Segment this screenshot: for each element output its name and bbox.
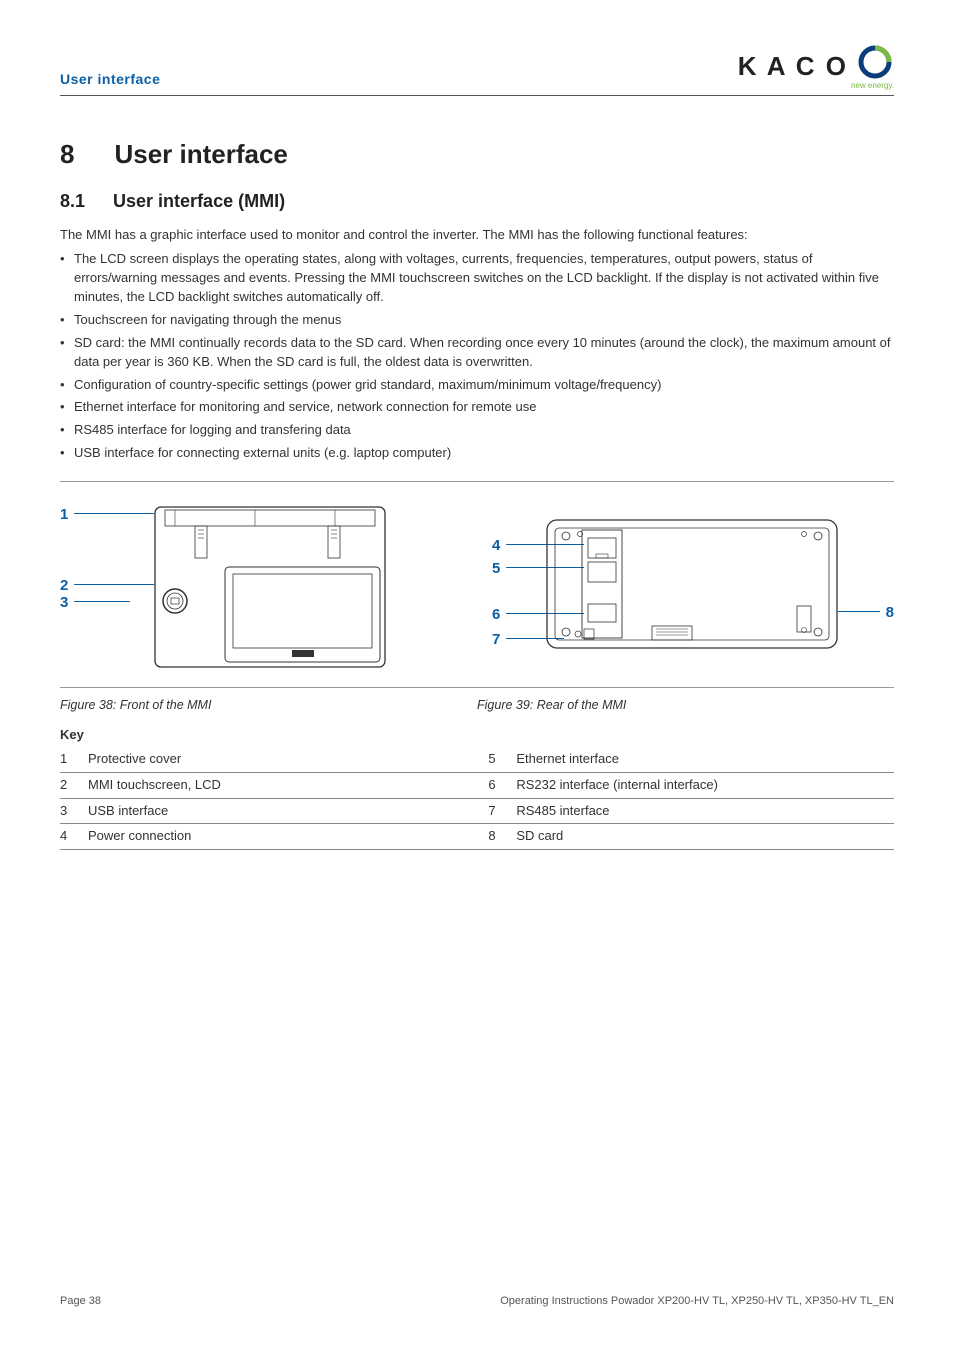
heading-1: 8 User interface [60,136,894,174]
list-item: Configuration of country-specific settin… [60,376,894,395]
logo-tagline: new energy. [851,80,894,92]
table-row: 4 Power connection 8 SD card [60,824,894,850]
callout-6: 6 [492,604,500,626]
heading-2: 8.1 User interface (MMI) [60,188,894,214]
callout-3: 3 [60,592,68,614]
intro-paragraph: The MMI has a graphic interface used to … [60,226,894,245]
heading-2-text: User interface (MMI) [113,188,285,214]
page-header: User interface K A C O new energy. [60,45,894,96]
key-heading: Key [60,726,894,745]
feature-list: The LCD screen displays the operating st… [60,250,894,462]
page-footer: Page 38 Operating Instructions Powador X… [60,1294,894,1310]
key-text: Power connection [88,824,488,850]
key-text: SD card [516,824,894,850]
key-text: RS485 interface [516,798,894,824]
key-num: 6 [488,772,516,798]
key-num: 3 [60,798,88,824]
key-num: 8 [488,824,516,850]
list-item: Touchscreen for navigating through the m… [60,311,894,330]
key-num: 2 [60,772,88,798]
table-row: 2 MMI touchscreen, LCD 6 RS232 interface… [60,772,894,798]
logo-text: K A C O [738,48,848,86]
key-text: Ethernet interface [516,747,894,772]
callout-4: 4 [492,535,500,557]
key-text: RS232 interface (internal interface) [516,772,894,798]
key-text: MMI touchscreen, LCD [88,772,488,798]
callout-7: 7 [492,629,500,651]
list-item: SD card: the MMI continually records dat… [60,334,894,372]
list-item: The LCD screen displays the operating st… [60,250,894,307]
callout-5: 5 [492,558,500,580]
mmi-front-diagram [100,502,430,677]
header-section-title: User interface [60,69,160,89]
figure-captions: Figure 38: Front of the MMI Figure 39: R… [60,696,894,714]
caption-rear: Figure 39: Rear of the MMI [477,696,894,714]
table-row: 1 Protective cover 5 Ethernet interface [60,747,894,772]
list-item: Ethernet interface for monitoring and se… [60,398,894,417]
caption-front: Figure 38: Front of the MMI [60,696,477,714]
table-row: 3 USB interface 7 RS485 interface [60,798,894,824]
footer-doc-title: Operating Instructions Powador XP200-HV … [500,1294,894,1310]
key-text: USB interface [88,798,488,824]
figures-container: 1 2 3 [60,481,894,688]
mmi-rear-diagram [522,512,862,677]
list-item: USB interface for connecting external un… [60,444,894,463]
footer-page-number: Page 38 [60,1294,101,1310]
key-num: 4 [60,824,88,850]
callout-8: 8 [886,602,894,624]
key-num: 1 [60,747,88,772]
figure-rear: 4 5 6 7 8 [492,502,894,677]
key-text: Protective cover [88,747,488,772]
heading-1-text: User interface [114,136,287,174]
logo: K A C O new energy. [738,45,894,89]
heading-2-number: 8.1 [60,188,85,214]
list-item: RS485 interface for logging and transfer… [60,421,894,440]
key-num: 5 [488,747,516,772]
key-num: 7 [488,798,516,824]
key-table: 1 Protective cover 5 Ethernet interface … [60,747,894,850]
heading-1-number: 8 [60,136,74,174]
figure-front: 1 2 3 [60,502,462,677]
callout-1: 1 [60,504,68,526]
